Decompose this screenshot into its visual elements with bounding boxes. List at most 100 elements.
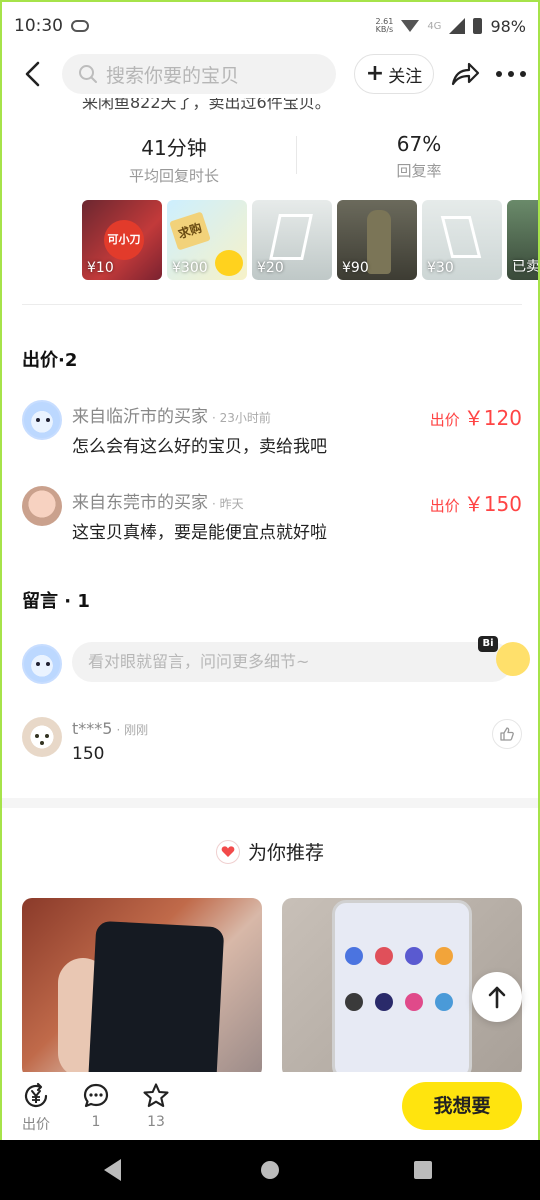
section-gap bbox=[2, 798, 538, 808]
offer-message: 这宝贝真棒，要是能便宜点就好啦 bbox=[72, 523, 327, 543]
heart-icon bbox=[215, 839, 240, 864]
buyer-name: 来自东莞市的买家 · 昨天 bbox=[72, 488, 244, 513]
mascot-icon[interactable]: Bi bbox=[478, 636, 532, 682]
back-to-top-button[interactable] bbox=[472, 972, 522, 1022]
signal-icon bbox=[449, 18, 466, 34]
phone-image bbox=[332, 900, 472, 1078]
share-icon[interactable] bbox=[450, 60, 480, 88]
net-speed: 2.61 KB/s bbox=[376, 18, 394, 34]
recommend-card[interactable] bbox=[22, 898, 262, 1078]
yuan-offer-icon bbox=[24, 1082, 48, 1108]
net-speed-unit: KB/s bbox=[375, 25, 394, 34]
my-avatar bbox=[22, 644, 62, 684]
comment-text: 150 bbox=[72, 744, 105, 764]
avatar[interactable] bbox=[22, 717, 62, 757]
want-button[interactable]: 我想要 bbox=[402, 1082, 522, 1130]
chick-mascot-icon bbox=[215, 250, 243, 276]
system-nav-bar bbox=[0, 1140, 540, 1200]
favorite-count: 13 bbox=[147, 1114, 165, 1130]
seller-summary: 来闲鱼822天了，卖出过6件宝贝。 bbox=[82, 98, 331, 112]
bid-label: 出价 bbox=[429, 497, 460, 515]
more-options-icon[interactable] bbox=[496, 60, 526, 88]
arrow-up-icon bbox=[488, 986, 506, 1009]
item-thumbnail[interactable]: 求购 ¥300 bbox=[167, 200, 247, 280]
status-bar: 10:30 2.61 KB/s 4G 98% bbox=[2, 2, 538, 50]
offer-price: 出价 ￥150 bbox=[430, 488, 522, 517]
item-thumbnail[interactable]: ¥20 bbox=[252, 200, 332, 280]
buyer-name: 来自临沂市的买家 · 23小时前 bbox=[72, 402, 271, 427]
search-bar[interactable]: 搜索你要的宝贝 bbox=[62, 54, 336, 94]
follow-label: 关注 bbox=[388, 66, 423, 87]
thumbs-up-icon bbox=[500, 727, 514, 741]
nav-recents-icon[interactable] bbox=[414, 1161, 432, 1179]
item-badge: 求购 bbox=[169, 211, 211, 251]
cable-image bbox=[440, 216, 482, 258]
avatar[interactable] bbox=[22, 486, 62, 526]
stat-value: 41分钟 bbox=[141, 136, 207, 160]
offers-title: 出价·2 bbox=[22, 350, 78, 371]
item-badge: 可小刀 bbox=[104, 220, 144, 260]
offer-row[interactable]: 来自东莞市的买家 · 昨天 这宝贝真棒，要是能便宜点就好啦 出价 ￥150 bbox=[22, 486, 522, 556]
item-thumbnail[interactable]: ¥30 bbox=[422, 200, 502, 280]
search-placeholder: 搜索你要的宝贝 bbox=[106, 64, 240, 87]
battery-percent: 98% bbox=[490, 16, 526, 36]
bid-amount: ￥120 bbox=[463, 406, 522, 430]
comment-compose: 看对眼就留言，问问更多细节~ Bi bbox=[22, 636, 532, 686]
back-arrow-icon[interactable] bbox=[20, 60, 46, 88]
stat-value: 67% bbox=[396, 132, 442, 156]
comment-bubble-icon bbox=[83, 1083, 109, 1108]
comment-tool[interactable]: 1 bbox=[76, 1082, 116, 1130]
search-icon bbox=[79, 65, 97, 83]
item-thumbnail[interactable]: 已卖 bbox=[507, 200, 538, 280]
stat-reply-rate: 67% 回复率 bbox=[386, 132, 452, 181]
phone-image bbox=[87, 920, 225, 1078]
network-type: 4G bbox=[427, 20, 442, 32]
offer-tool-label: 出价 bbox=[22, 1117, 50, 1133]
comment-username: t***5 bbox=[72, 719, 113, 738]
battery-icon bbox=[473, 18, 483, 34]
offer-message: 怎么会有这么好的宝贝，卖给我吧 bbox=[72, 437, 327, 457]
nav-back-icon[interactable] bbox=[104, 1159, 121, 1181]
cable-image bbox=[269, 214, 313, 260]
offer-time: · 23小时前 bbox=[212, 411, 271, 425]
section-divider bbox=[22, 304, 522, 305]
comments-title: 留言 · 1 bbox=[22, 591, 90, 612]
comment-user: t***5 · 刚刚 bbox=[72, 719, 148, 738]
seller-items: 可小刀 ¥10 求购 ¥300 ¥20 ¥90 ¥30 已卖 bbox=[82, 200, 538, 280]
item-thumbnail[interactable]: 可小刀 ¥10 bbox=[82, 200, 162, 280]
star-icon bbox=[143, 1083, 169, 1108]
offer-time: · 昨天 bbox=[212, 497, 244, 511]
offer-price: 出价 ￥120 bbox=[430, 402, 522, 431]
cloud-icon bbox=[71, 20, 89, 32]
item-price: ¥90 bbox=[342, 260, 369, 276]
favorite-tool[interactable]: 13 bbox=[136, 1082, 176, 1130]
bottom-action-bar: 出价 1 13 我想要 bbox=[2, 1072, 538, 1140]
offer-tool[interactable]: 出价 bbox=[16, 1082, 56, 1134]
stat-reply-time: 41分钟 平均回复时长 bbox=[128, 132, 220, 186]
plus-icon: + bbox=[365, 61, 385, 86]
comment-item: t***5 · 刚刚 150 bbox=[22, 717, 522, 777]
item-thumbnail[interactable]: ¥90 bbox=[337, 200, 417, 280]
comment-time: · 刚刚 bbox=[116, 723, 149, 737]
top-header: 搜索你要的宝贝 + 关注 bbox=[2, 52, 538, 96]
status-time: 10:30 bbox=[14, 16, 63, 36]
offer-row[interactable]: 来自临沂市的买家 · 23小时前 怎么会有这么好的宝贝，卖给我吧 出价 ￥120 bbox=[22, 400, 522, 470]
bid-amount: ￥150 bbox=[463, 492, 522, 516]
stat-label: 平均回复时长 bbox=[128, 167, 219, 185]
item-price: ¥20 bbox=[257, 260, 284, 276]
comment-input[interactable]: 看对眼就留言，问问更多细节~ bbox=[72, 642, 512, 682]
item-price: ¥30 bbox=[427, 260, 454, 276]
buyer-location: 来自临沂市的买家 bbox=[72, 407, 208, 427]
figure-image bbox=[367, 210, 391, 274]
bid-label: 出价 bbox=[429, 411, 460, 429]
buyer-location: 来自东莞市的买家 bbox=[72, 493, 208, 513]
avatar[interactable] bbox=[22, 400, 62, 440]
nav-home-icon[interactable] bbox=[261, 1161, 279, 1179]
app-frame: 10:30 2.61 KB/s 4G 98% 搜索你要的宝贝 + 关注 来闲鱼8… bbox=[0, 0, 540, 1140]
recommend-title: 为你推荐 bbox=[247, 842, 324, 864]
follow-button[interactable]: + 关注 bbox=[354, 54, 434, 94]
comment-count: 1 bbox=[91, 1114, 101, 1130]
like-button[interactable] bbox=[492, 719, 522, 749]
item-price: 已卖 bbox=[512, 259, 538, 275]
item-price: ¥10 bbox=[87, 260, 114, 276]
